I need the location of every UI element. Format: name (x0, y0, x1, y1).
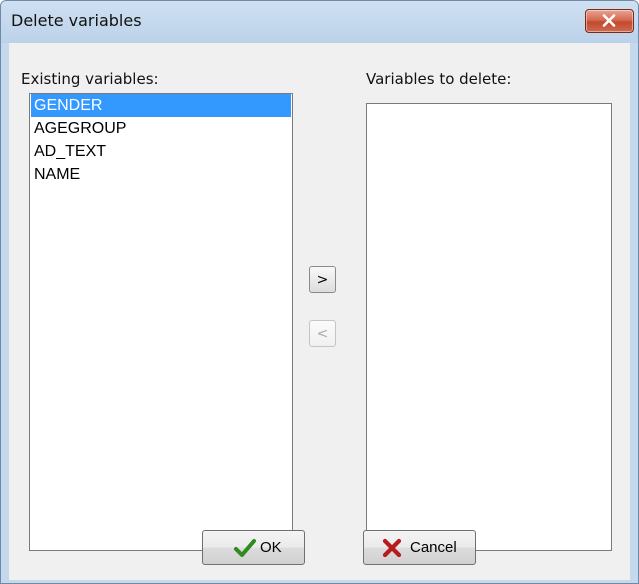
list-item[interactable]: GENDER (31, 94, 291, 117)
list-item[interactable]: NAME (31, 163, 291, 186)
list-item[interactable]: AGEGROUP (31, 117, 291, 140)
title-bar[interactable]: Delete variables (1, 1, 638, 43)
window-title: Delete variables (11, 11, 142, 30)
existing-variables-label: Existing variables: (21, 70, 159, 88)
variables-to-delete-label: Variables to delete: (366, 70, 512, 88)
close-button[interactable] (585, 9, 634, 33)
list-item[interactable]: AD_TEXT (31, 140, 291, 163)
remove-from-delete-button[interactable]: < (309, 320, 336, 347)
dialog-body: Existing variables: GENDER AGEGROUP AD_TEX… (9, 43, 630, 580)
ok-label: OK (260, 539, 282, 556)
cancel-button[interactable]: Cancel (363, 530, 476, 565)
close-icon (602, 14, 616, 27)
add-to-delete-button[interactable]: > (309, 266, 336, 293)
variables-to-delete-listbox[interactable] (366, 103, 612, 551)
cancel-label: Cancel (410, 539, 457, 556)
existing-variables-listbox[interactable]: GENDER AGEGROUP AD_TEXT NAME (29, 93, 293, 551)
x-icon (382, 538, 402, 558)
checkmark-icon (234, 539, 256, 557)
delete-variables-dialog: Delete variables Existing variables: GEN… (0, 0, 639, 584)
ok-button[interactable]: OK (202, 530, 305, 565)
